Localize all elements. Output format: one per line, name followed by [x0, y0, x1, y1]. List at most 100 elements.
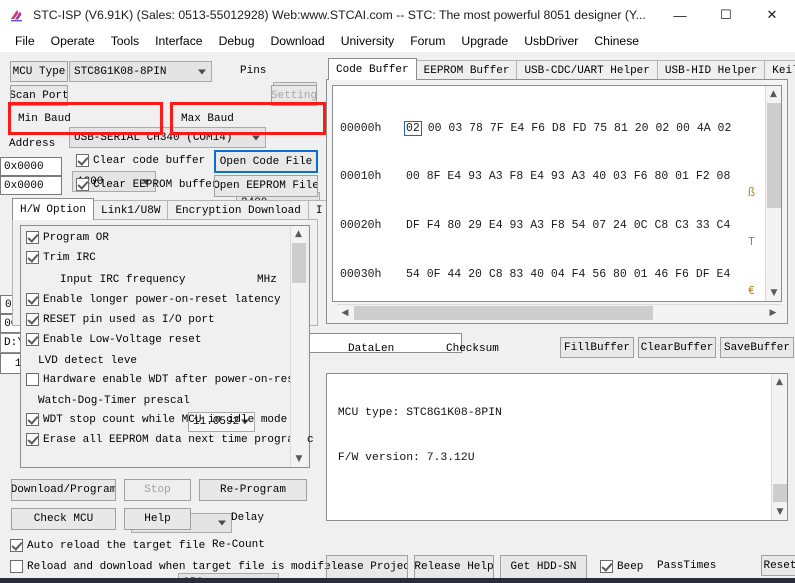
close-button[interactable]: ✕ [749, 0, 795, 30]
tab-eeprom-buffer[interactable]: EEPROM Buffer [415, 60, 518, 80]
scrollbar-thumb[interactable] [354, 306, 653, 320]
reset-button[interactable]: Reset [761, 555, 795, 576]
tab-code-buffer[interactable]: Code Buffer [328, 58, 417, 80]
tab-keil-ic[interactable]: Keil IC [764, 60, 795, 80]
log-scrollbar[interactable]: ▲ ▼ [771, 374, 787, 520]
hex-bytes: 54 0F 44 20 C8 83 40 04 F4 56 80 01 46 F… [406, 268, 731, 282]
scrollbar-thumb[interactable] [773, 484, 787, 502]
clear-eeprom-buffer-label: Clear EEPROM buffer [93, 178, 219, 191]
table-row[interactable]: 00030h 54 0F 44 20 C8 83 40 04 F4 56 80 … [340, 267, 740, 283]
scan-port-label[interactable]: Scan Port [10, 85, 68, 106]
mcu-type-select[interactable]: STC8G1K08-8PIN [69, 61, 212, 82]
scroll-down-button[interactable]: ▼ [766, 285, 782, 301]
option-wdt-stop-idle[interactable]: WDT stop count while MCU in idle mode [26, 413, 287, 426]
option-trim-irc[interactable]: Trim IRC [26, 251, 96, 264]
hex-address: 00020h [340, 219, 382, 233]
scan-port-select[interactable]: USB-SERIAL CH340 (COM14) [69, 127, 266, 148]
reload-on-modify-checkbox[interactable]: Reload and download when target file is … [10, 560, 344, 573]
tab-usb-cdc-uart-helper[interactable]: USB-CDC/UART Helper [516, 60, 658, 80]
release-help-button[interactable]: Release Help [414, 555, 494, 579]
clear-eeprom-buffer-checkbox[interactable]: Clear EEPROM buffer [76, 178, 218, 191]
table-row[interactable]: 00010h 00 8F E4 93 A3 F8 E4 93 A3 40 03 … [340, 169, 740, 185]
menu-operate[interactable]: Operate [43, 32, 103, 50]
menubar: File Operate Tools Interface Debug Downl… [0, 30, 795, 52]
chevron-up-icon: ▲ [776, 376, 783, 387]
chevron-down-icon: ▼ [770, 287, 778, 298]
clear-code-buffer-checkbox[interactable]: Clear code buffer [76, 154, 205, 167]
menu-forum[interactable]: Forum [402, 32, 453, 50]
option-low-voltage-reset[interactable]: Enable Low-Voltage reset [26, 333, 201, 346]
auto-reload-checkbox[interactable]: Auto reload the target file [10, 539, 205, 552]
code-address-input[interactable]: 0x0000 [0, 157, 62, 176]
hex-horizontal-scrollbar[interactable]: ◀ ▶ [337, 304, 781, 320]
datalen-label: DataLen [348, 343, 395, 355]
scroll-up-button[interactable]: ▲ [766, 86, 781, 102]
menu-debug[interactable]: Debug [211, 32, 263, 50]
fill-buffer-button[interactable]: FillBuffer [560, 337, 634, 358]
menu-upgrade[interactable]: Upgrade [453, 32, 516, 50]
checksum-label: Checksum [446, 343, 499, 355]
mcu-type-label: MCU Type [10, 61, 68, 82]
table-row[interactable]: 00000h 02 00 03 78 7F E4 F6 D8 FD 75 81 … [340, 120, 740, 137]
download-program-button[interactable]: Download/Program [11, 479, 116, 501]
checkbox-icon [26, 433, 39, 446]
menu-tools[interactable]: Tools [103, 32, 147, 50]
scroll-down-button[interactable]: ▼ [291, 451, 307, 467]
minimize-button[interactable]: — [657, 0, 703, 30]
scroll-right-button[interactable]: ▶ [765, 305, 781, 321]
open-code-file-button[interactable]: Open Code File [214, 150, 318, 173]
get-hdd-sn-button[interactable]: Get HDD-SN [500, 555, 587, 579]
scrollbar-thumb[interactable] [767, 103, 781, 208]
setting-button[interactable]: Setting [271, 85, 317, 106]
option-erase-eeprom[interactable]: Erase all EEPROM data next time program … [26, 433, 314, 446]
eeprom-address-input[interactable]: 0x0000 [0, 176, 62, 195]
open-eeprom-file-button[interactable]: Open EEPROM File [214, 175, 318, 197]
hex-bytes: 00 8F E4 93 A3 F8 E4 93 A3 40 03 F6 80 0… [406, 170, 731, 184]
scroll-up-button[interactable]: ▲ [772, 374, 787, 390]
tab-usb-hid-helper[interactable]: USB-HID Helper [656, 60, 766, 80]
option-label: WDT stop count while MCU in idle mode [43, 413, 288, 426]
tab-encryption-download[interactable]: Encryption Download [167, 200, 309, 220]
clear-buffer-button[interactable]: ClearBuffer [638, 337, 716, 358]
menu-university[interactable]: University [333, 32, 403, 50]
hex-vertical-scrollbar[interactable]: ▲ ▼ [765, 86, 781, 301]
menu-chinese[interactable]: Chinese [586, 32, 647, 50]
tab-link1-u8w[interactable]: Link1/U8W [93, 200, 169, 220]
beep-checkbox[interactable]: Beep [600, 560, 643, 573]
scroll-left-button[interactable]: ◀ [337, 305, 353, 321]
option-program-or[interactable]: Program OR [26, 231, 109, 244]
release-project-button[interactable]: elease Projec [326, 555, 408, 579]
menu-file[interactable]: File [7, 32, 43, 50]
option-reset-pin-io[interactable]: RESET pin used as I/O port [26, 313, 215, 326]
irc-frequency-unit: MHz [257, 274, 277, 286]
scroll-down-button[interactable]: ▼ [772, 504, 788, 520]
re-program-button[interactable]: Re-Program [199, 479, 307, 501]
scrollbar-thumb[interactable] [292, 243, 306, 283]
save-buffer-button[interactable]: SaveBuffer [720, 337, 794, 358]
checkbox-icon [10, 560, 23, 573]
menu-download[interactable]: Download [263, 32, 333, 50]
ascii-row: € [748, 284, 755, 298]
stop-button[interactable]: Stop [124, 479, 191, 501]
stc-logo-icon [9, 7, 25, 23]
menu-interface[interactable]: Interface [147, 32, 210, 50]
maximize-button[interactable]: ☐ [703, 0, 749, 30]
scroll-up-button[interactable]: ▲ [291, 226, 306, 242]
log-output[interactable]: MCU type: STC8G1K08-8PIN F/W version: 7.… [326, 373, 788, 521]
check-mcu-button[interactable]: Check MCU [11, 508, 116, 530]
option-label: Enable longer power-on-reset latency [43, 293, 281, 306]
hw-option-scrollbar[interactable]: ▲ ▼ [290, 226, 306, 467]
hex-selected-byte[interactable]: 02 [404, 120, 422, 136]
chevron-down-icon: ▼ [776, 506, 784, 517]
help-button[interactable]: Help [124, 508, 191, 530]
option-longer-por-latency[interactable]: Enable longer power-on-reset latency [26, 293, 281, 306]
hex-ascii-column: ß T € œ ` ä £ Ö Í á [748, 88, 762, 300]
hex-dump[interactable]: 00000h 02 00 03 78 7F E4 F6 D8 FD 75 81 … [340, 88, 740, 300]
menu-usbdriver[interactable]: UsbDriver [516, 32, 586, 50]
chevron-down-icon [218, 520, 226, 526]
option-hw-enable-wdt[interactable]: Hardware enable WDT after power-on-reset [26, 373, 307, 386]
tab-hw-option[interactable]: H/W Option [12, 198, 95, 220]
table-row[interactable]: 00020h DF F4 80 29 E4 93 A3 F8 54 07 24 … [340, 218, 740, 234]
chevron-down-icon [252, 135, 260, 140]
